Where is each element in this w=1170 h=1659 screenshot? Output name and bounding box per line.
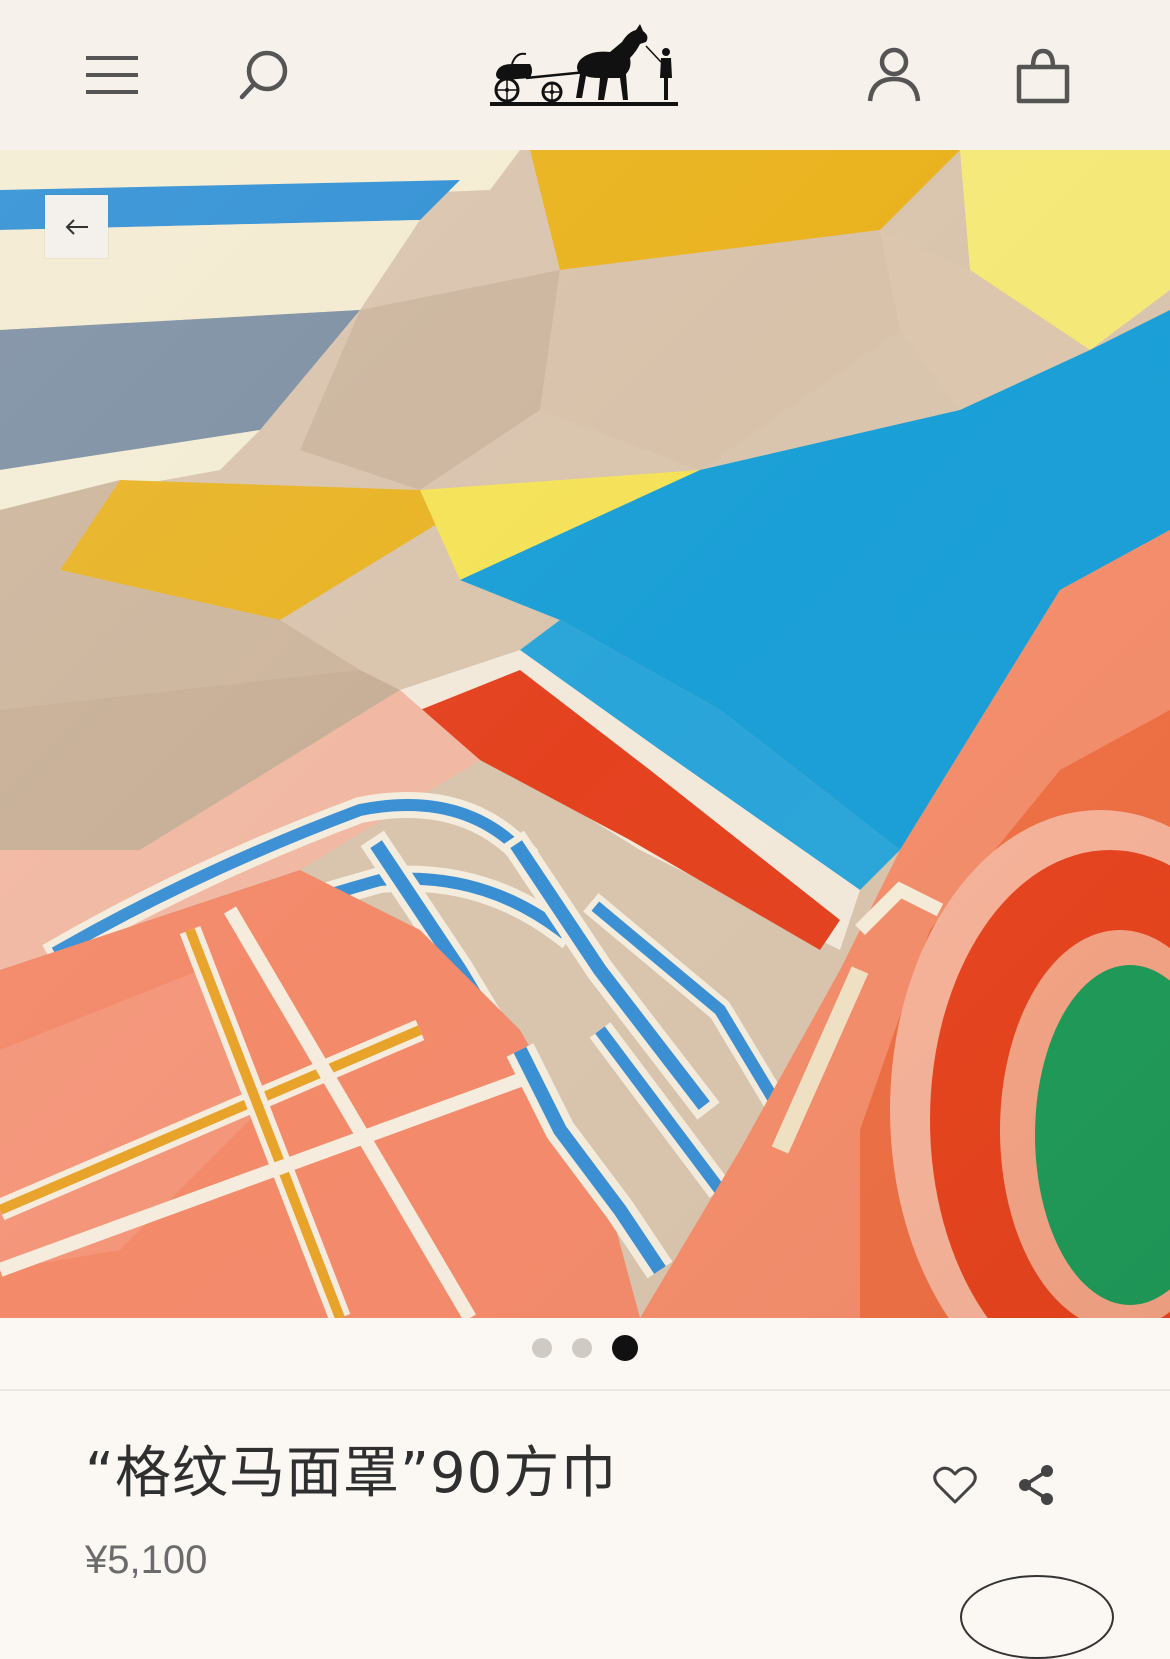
share-button[interactable] [1006, 1455, 1066, 1515]
product-title: “格纹马面罩”90方巾 [85, 1441, 618, 1506]
back-button[interactable] [45, 195, 108, 258]
carousel-dot[interactable] [572, 1338, 592, 1358]
shopping-bag-icon [1016, 48, 1070, 104]
product-image[interactable] [0, 150, 1170, 1318]
hermes-carriage-logo[interactable] [490, 22, 680, 112]
product-price: ¥5,100 [85, 1538, 208, 1582]
hamburger-menu-icon [86, 56, 138, 94]
search-button[interactable] [229, 40, 299, 110]
menu-button[interactable] [77, 40, 147, 110]
search-icon [239, 50, 288, 100]
favorite-button[interactable] [925, 1455, 985, 1515]
scarf-photo [0, 150, 1170, 1318]
bag-button[interactable] [1008, 40, 1078, 110]
share-icon [1019, 1465, 1053, 1505]
floating-action-button[interactable] [960, 1575, 1114, 1659]
carousel-dot[interactable] [532, 1338, 552, 1358]
carousel-dot-active[interactable] [612, 1335, 638, 1361]
heart-icon [933, 1466, 977, 1504]
divider [0, 1389, 1170, 1391]
arrow-left-icon [65, 218, 88, 235]
user-icon [867, 47, 921, 102]
carousel-indicators [0, 1335, 1170, 1361]
account-button[interactable] [859, 40, 929, 110]
site-header [0, 0, 1170, 150]
